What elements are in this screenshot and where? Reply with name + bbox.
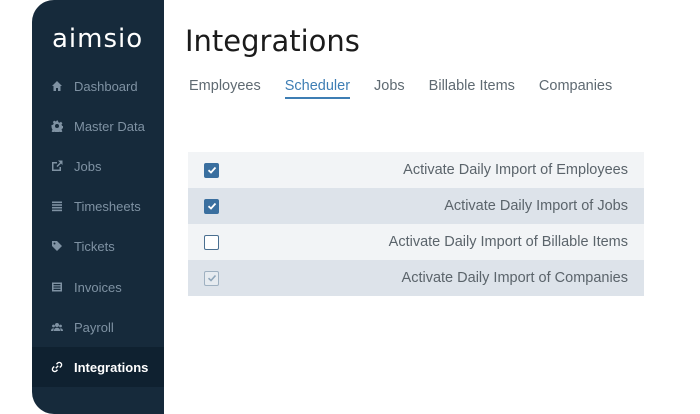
home-icon <box>50 79 64 93</box>
sidebar-item-label: Integrations <box>74 359 149 375</box>
setting-row-billable-items[interactable]: Activate Daily Import of Billable Items <box>188 224 644 260</box>
aimsio-logo[interactable]: aimsio <box>52 24 143 54</box>
sidebar: aimsio Dashboard Master Data Jobs Timesh… <box>32 0 164 414</box>
users-icon <box>50 320 64 334</box>
sidebar-item-jobs[interactable]: Jobs <box>32 146 164 186</box>
setting-row-jobs[interactable]: Activate Daily Import of Jobs <box>188 188 644 224</box>
sidebar-item-label: Master Data <box>74 118 145 134</box>
scheduler-settings-list: Activate Daily Import of Employees Activ… <box>188 152 644 296</box>
sidebar-item-integrations[interactable]: Integrations <box>32 347 164 387</box>
tab-scheduler[interactable]: Scheduler <box>284 78 351 99</box>
setting-row-companies[interactable]: Activate Daily Import of Companies <box>188 260 644 296</box>
sidebar-item-label: Dashboard <box>74 78 138 94</box>
employees-import-checkbox[interactable] <box>204 162 219 178</box>
setting-row-employees[interactable]: Activate Daily Import of Employees <box>188 152 644 188</box>
tag-icon <box>50 239 64 253</box>
check-icon <box>207 202 216 210</box>
external-link-icon <box>50 159 64 173</box>
sidebar-item-master-data[interactable]: Master Data <box>32 106 164 146</box>
sidebar-item-label: Tickets <box>74 238 115 254</box>
jobs-import-checkbox[interactable] <box>204 198 219 214</box>
sidebar-item-label: Invoices <box>74 279 122 295</box>
sidebar-item-dashboard[interactable]: Dashboard <box>32 66 164 106</box>
check-icon <box>207 166 216 174</box>
page-title: Integrations <box>185 24 360 58</box>
sidebar-item-invoices[interactable]: Invoices <box>32 267 164 307</box>
tab-bar: Employees Scheduler Jobs Billable Items … <box>189 78 636 99</box>
sidebar-item-tickets[interactable]: Tickets <box>32 226 164 266</box>
sidebar-item-timesheets[interactable]: Timesheets <box>32 186 164 226</box>
list-icon <box>50 199 64 213</box>
invoice-icon <box>50 280 64 294</box>
billable-items-import-checkbox[interactable] <box>204 234 219 250</box>
link-icon <box>50 360 64 374</box>
tab-jobs[interactable]: Jobs <box>374 78 405 99</box>
check-icon <box>207 274 216 282</box>
companies-import-checkbox[interactable] <box>204 270 219 286</box>
setting-label: Activate Daily Import of Employees <box>403 162 628 178</box>
sidebar-item-label: Jobs <box>74 158 102 174</box>
setting-label: Activate Daily Import of Jobs <box>444 198 628 214</box>
tab-billable-items[interactable]: Billable Items <box>429 78 515 99</box>
sidebar-item-label: Timesheets <box>74 198 141 214</box>
gear-icon <box>50 119 64 133</box>
tab-employees[interactable]: Employees <box>189 78 261 99</box>
sidebar-item-payroll[interactable]: Payroll <box>32 307 164 347</box>
setting-label: Activate Daily Import of Companies <box>401 270 628 286</box>
setting-label: Activate Daily Import of Billable Items <box>388 234 628 250</box>
sidebar-item-label: Payroll <box>74 319 114 335</box>
tab-companies[interactable]: Companies <box>539 78 612 99</box>
